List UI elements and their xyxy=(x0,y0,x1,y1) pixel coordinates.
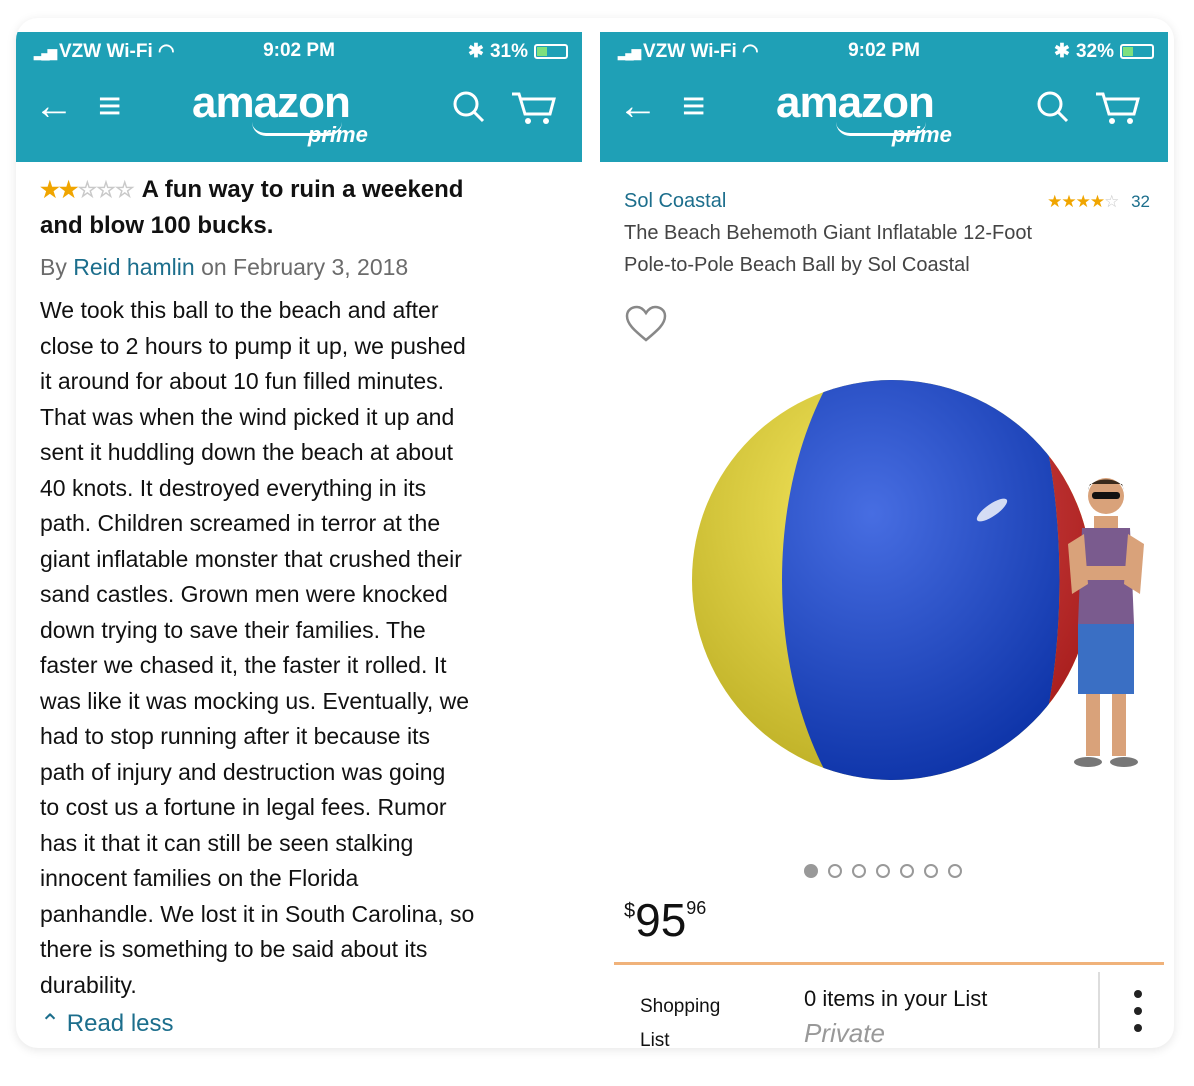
list-info: 0 items in your List Private xyxy=(804,986,987,1048)
author-link[interactable]: Reid hamlin xyxy=(73,254,194,280)
shopping-list-row[interactable]: Shopping List 0 items in your List Priva… xyxy=(614,972,1168,1048)
menu-icon[interactable]: ≡ xyxy=(682,86,705,126)
battery-icon xyxy=(534,44,568,59)
divider xyxy=(614,962,1164,965)
cart-icon[interactable] xyxy=(1094,90,1140,133)
battery-indicator: ✱ 32% xyxy=(1054,40,1154,63)
heart-icon[interactable] xyxy=(624,304,668,344)
price: $ 95 96 xyxy=(624,894,707,946)
amazon-logo[interactable]: amazon prime xyxy=(192,78,368,147)
battery-indicator: ✱ 31% xyxy=(468,40,568,63)
search-icon[interactable] xyxy=(1036,90,1070,131)
carousel-dot[interactable] xyxy=(924,864,938,878)
product-screen: ▂▄▆ VZW Wi-Fi ◠ 9:02 PM ✱ 32% ← ≡ amazon … xyxy=(600,32,1168,1048)
nav-row: ← ≡ amazon prime xyxy=(16,78,582,147)
header-bar: ▂▄▆ VZW Wi-Fi ◠ 9:02 PM ✱ 32% ← ≡ amazon … xyxy=(600,32,1168,162)
cart-icon[interactable] xyxy=(510,90,556,133)
carousel-dot[interactable] xyxy=(876,864,890,878)
product-image-person xyxy=(1068,478,1144,767)
chevron-up-icon: ⌃ xyxy=(40,1010,61,1037)
status-bar: ▂▄▆ VZW Wi-Fi ◠ 9:02 PM ✱ 31% xyxy=(16,38,582,66)
review: ★★☆☆☆ A fun way to ruin a weekend and blo… xyxy=(40,172,570,1038)
amazon-logo[interactable]: amazon prime xyxy=(776,78,952,147)
image-carousel-dots[interactable] xyxy=(804,864,962,878)
product-rating[interactable]: ★★★★☆ 32 xyxy=(1047,192,1150,212)
battery-icon xyxy=(1120,44,1154,59)
more-vertical-icon[interactable] xyxy=(1134,990,1144,1041)
list-separator xyxy=(1098,972,1100,1048)
read-less-link[interactable]: ⌃ Read less xyxy=(40,1009,570,1038)
list-privacy: Private xyxy=(804,1018,885,1048)
review-screen: ▂▄▆ VZW Wi-Fi ◠ 9:02 PM ✱ 31% ← ≡ amazon … xyxy=(16,32,582,1037)
header-bar: ▂▄▆ VZW Wi-Fi ◠ 9:02 PM ✱ 31% ← ≡ amazon … xyxy=(16,32,582,162)
review-body: We took this ball to the beach and after… xyxy=(40,297,475,998)
carousel-dot[interactable] xyxy=(828,864,842,878)
product-detail: Sol Coastal ★★★★☆ 32 The Beach Behemoth … xyxy=(614,172,1164,1048)
menu-icon[interactable]: ≡ xyxy=(98,86,121,126)
review-byline: By Reid hamlin on February 3, 2018 xyxy=(40,254,409,280)
search-icon[interactable] xyxy=(452,90,486,131)
shopping-list-label: Shopping List xyxy=(640,996,721,1048)
status-bar: ▂▄▆ VZW Wi-Fi ◠ 9:02 PM ✱ 32% xyxy=(600,38,1168,66)
product-image-beach-ball[interactable] xyxy=(692,360,1092,800)
product-title: The Beach Behemoth Giant Inflatable 12-F… xyxy=(624,222,1033,276)
review-stars: ★★☆☆☆ xyxy=(40,177,135,202)
carousel-dot[interactable] xyxy=(900,864,914,878)
back-arrow-icon[interactable]: ← xyxy=(34,86,74,126)
carousel-dot[interactable] xyxy=(852,864,866,878)
review-title: ★★☆☆☆ A fun way to ruin a weekend and blo… xyxy=(40,176,464,239)
rating-count: 32 xyxy=(1131,192,1150,211)
carousel-dot[interactable] xyxy=(948,864,962,878)
back-arrow-icon[interactable]: ← xyxy=(618,86,658,126)
nav-row: ← ≡ amazon prime xyxy=(600,78,1168,147)
screenshot-card: ▂▄▆ VZW Wi-Fi ◠ 9:02 PM ✱ 31% ← ≡ amazon … xyxy=(16,18,1174,1048)
list-count: 0 items in your List xyxy=(804,986,988,1011)
carousel-dot[interactable] xyxy=(804,864,818,878)
